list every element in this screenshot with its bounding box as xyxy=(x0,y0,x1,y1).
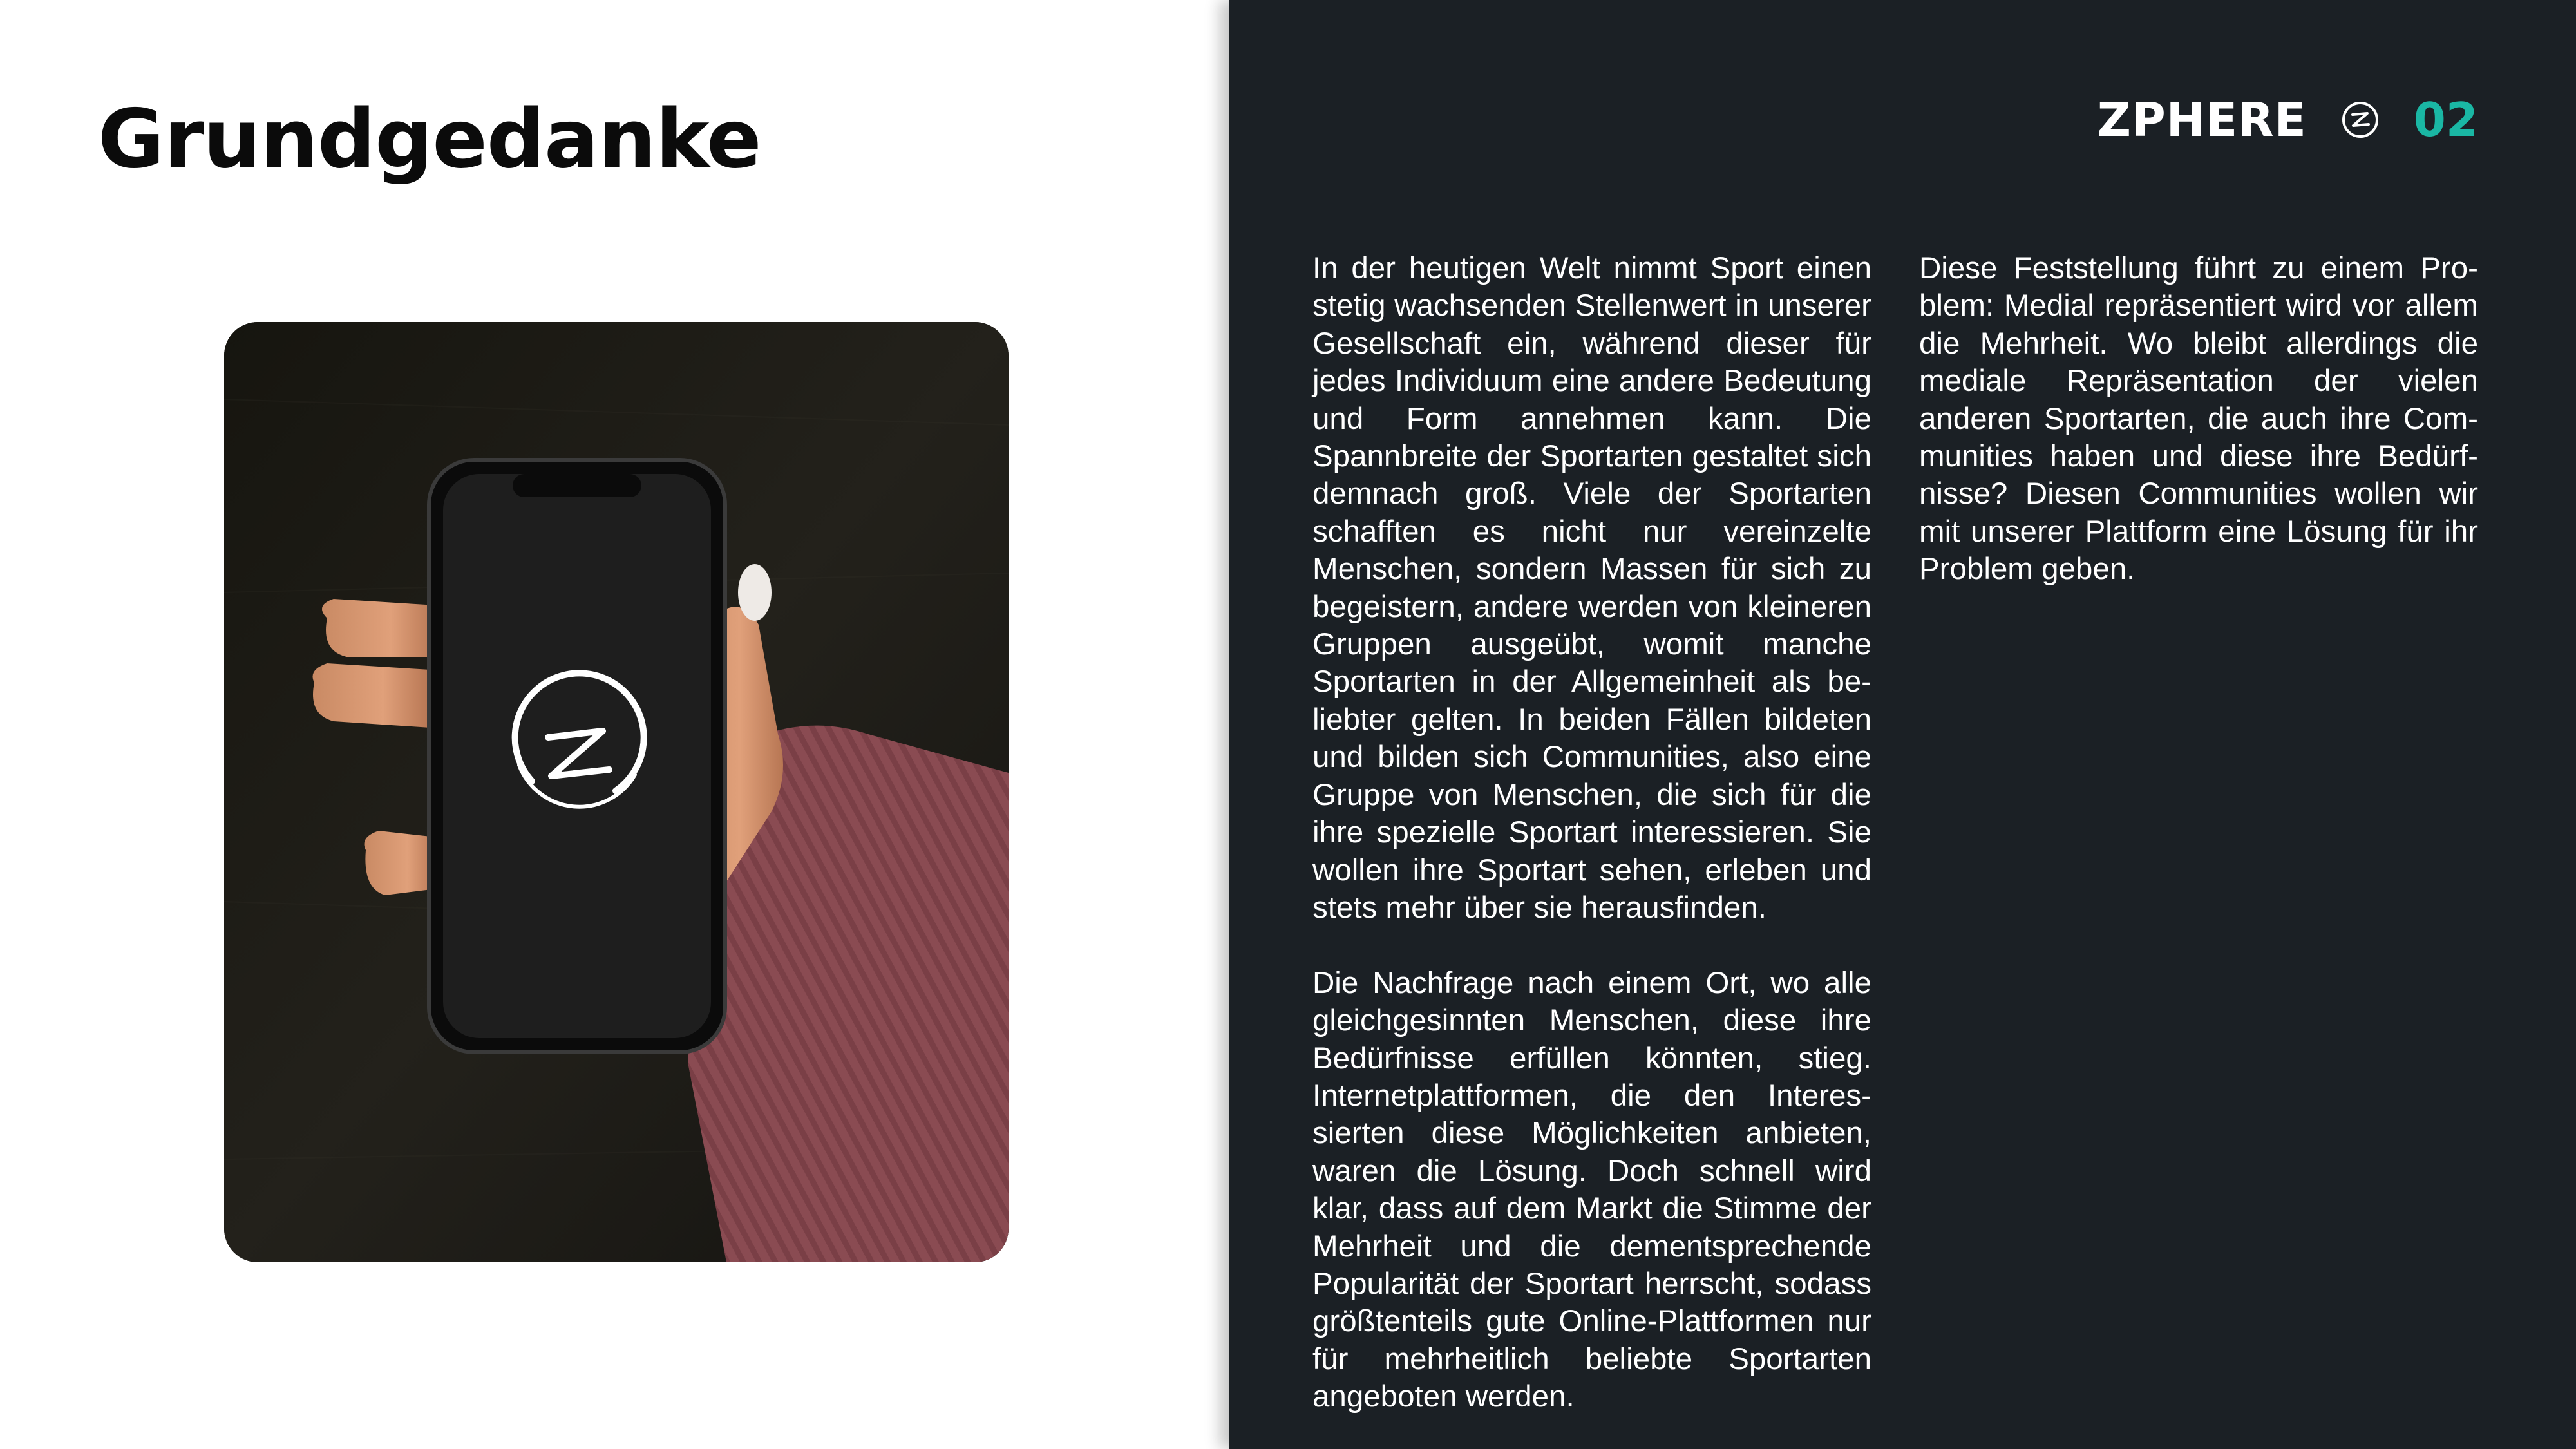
paragraph-3: Diese Feststellung führt zu einem Pro­bl… xyxy=(1919,251,2478,587)
text-column-right: Diese Feststellung führt zu einem Pro­bl… xyxy=(1919,250,2478,626)
hand-holding-phone-photo xyxy=(224,322,1009,1262)
brand-name: ZPHERE xyxy=(2097,93,2307,147)
brand-header: ZPHERE 02 xyxy=(2098,88,2478,152)
zphere-logo-icon xyxy=(2342,102,2378,138)
paragraph-1: In der heutigen Welt nimmt Sport ei­nen … xyxy=(1312,251,1871,925)
right-panel: ZPHERE 02 In der heutigen Welt nimmt Spo… xyxy=(1229,0,2576,1449)
page-title: Grundgedanke xyxy=(98,91,762,186)
paragraph-2: Die Nachfrage nach einem Ort, wo alle gl… xyxy=(1312,965,1871,1414)
page-number: 02 xyxy=(2413,93,2478,147)
slide: Grundgedanke ZPHERE 02 In der heutigen W… xyxy=(0,0,2576,1449)
left-panel: Grundgedanke xyxy=(0,0,1229,1449)
text-column-left: In der heutigen Welt nimmt Sport ei­nen … xyxy=(1312,250,1871,1449)
